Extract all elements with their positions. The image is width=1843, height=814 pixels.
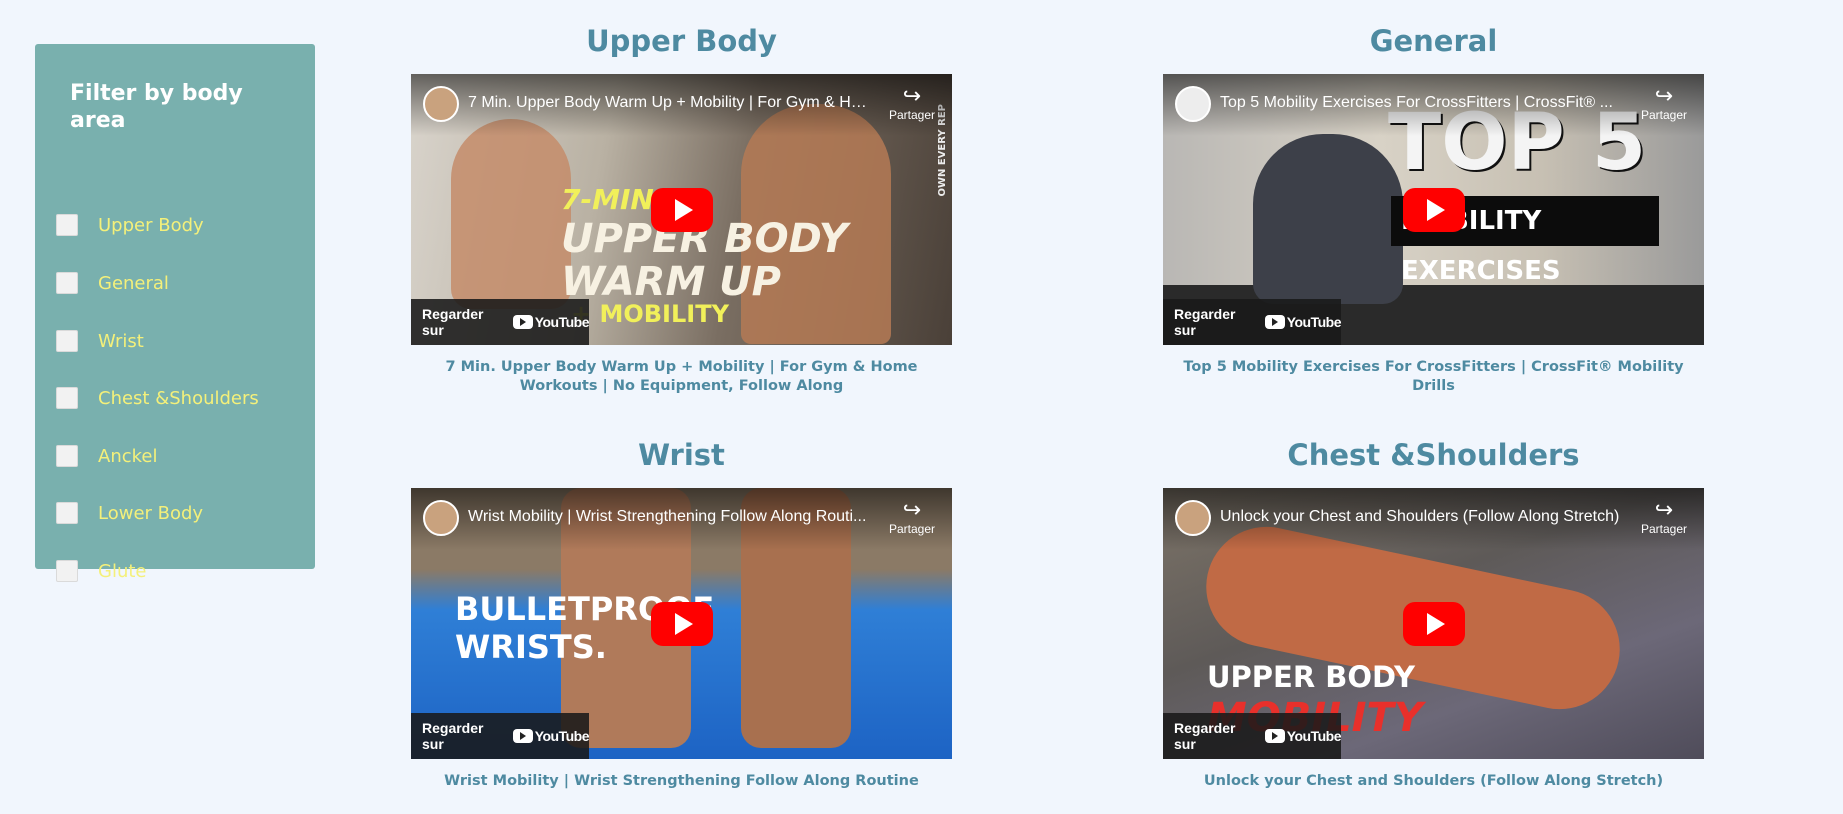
- video-caption: Top 5 Mobility Exercises For CrossFitter…: [1183, 359, 1684, 394]
- youtube-logo: YouTube: [512, 728, 590, 744]
- channel-avatar[interactable]: [423, 500, 459, 536]
- filter-label: Anckel: [98, 445, 158, 467]
- filter-glute[interactable]: Glute: [56, 556, 147, 586]
- filter-checkbox[interactable]: [56, 387, 78, 409]
- play-icon: [1426, 612, 1445, 635]
- share-button[interactable]: ↪ Partager: [882, 83, 942, 123]
- filter-chest-shoulders[interactable]: Chest &Shoulders: [56, 383, 259, 413]
- play-button[interactable]: [650, 187, 713, 232]
- filter-wrist[interactable]: Wrist: [56, 326, 144, 356]
- video-embed[interactable]: 7-MIN UPPER BODY WARM UP + MOBILITY OWN …: [411, 74, 952, 345]
- filter-anckel[interactable]: Anckel: [56, 441, 157, 471]
- thumb-text-line1: UPPER BODY: [1207, 660, 1416, 694]
- share-label: Partager: [888, 522, 936, 536]
- youtube-icon: [1264, 315, 1285, 329]
- watch-on-youtube-button[interactable]: Regarder sur YouTube: [411, 299, 590, 345]
- filter-label: Wrist: [98, 330, 144, 352]
- watch-on-youtube-button[interactable]: Regarder sur YouTube: [1163, 299, 1342, 345]
- thumb-text-line2: WARM UP: [561, 259, 781, 305]
- channel-avatar[interactable]: [1175, 500, 1211, 536]
- watch-on-youtube-button[interactable]: Regarder sur YouTube: [1163, 713, 1342, 759]
- watch-on-youtube-button[interactable]: Regarder sur YouTube: [411, 713, 590, 759]
- share-icon: ↪: [1654, 497, 1674, 522]
- watch-on-label: Regarder sur: [422, 306, 484, 338]
- filter-general[interactable]: General: [56, 268, 169, 298]
- card-heading: Wrist: [638, 438, 725, 472]
- filter-label: Lower Body: [98, 502, 204, 524]
- play-button[interactable]: [1402, 601, 1465, 646]
- thumb-text-line2: WRISTS.: [455, 628, 607, 666]
- filter-checkbox[interactable]: [56, 272, 78, 294]
- share-label: Partager: [888, 108, 936, 122]
- video-title[interactable]: Top 5 Mobility Exercises For CrossFitter…: [1220, 94, 1620, 112]
- card-heading: Upper Body: [586, 24, 777, 58]
- channel-avatar[interactable]: [423, 86, 459, 122]
- youtube-wordmark: YouTube: [534, 314, 590, 330]
- share-button[interactable]: ↪ Partager: [1634, 497, 1694, 537]
- video-card-wrist: Wrist BULLETPROOF WRISTS. Wrist Mobility…: [411, 435, 952, 791]
- watch-on-label: Regarder sur: [422, 720, 484, 752]
- youtube-logo: YouTube: [512, 314, 590, 330]
- youtube-logo: YouTube: [1264, 728, 1342, 744]
- play-icon: [674, 612, 693, 635]
- video-card-general: General TOP 5 MOBILITY EXERCISES Top 5 M…: [1163, 21, 1704, 396]
- video-embed[interactable]: BULLETPROOF WRISTS. Wrist Mobility | Wri…: [411, 488, 952, 759]
- play-icon: [1426, 198, 1445, 221]
- card-heading: General: [1369, 24, 1498, 58]
- thumb-text-line3: + MOBILITY: [571, 300, 729, 328]
- video-caption: Unlock your Chest and Shoulders (Follow …: [1203, 773, 1664, 789]
- filter-label: Chest &Shoulders: [98, 387, 259, 409]
- youtube-icon: [1264, 729, 1285, 743]
- youtube-wordmark: YouTube: [534, 728, 590, 744]
- watch-on-label: Regarder sur: [1174, 720, 1236, 752]
- watch-on-label: Regarder sur: [1174, 306, 1236, 338]
- filter-upper-body[interactable]: Upper Body: [56, 210, 204, 240]
- video-header: Wrist Mobility | Wrist Strengthening Fol…: [411, 488, 952, 550]
- filter-checkbox[interactable]: [56, 214, 78, 236]
- youtube-icon: [512, 729, 533, 743]
- share-icon: ↪: [1654, 83, 1674, 108]
- video-caption: Wrist Mobility | Wrist Strengthening Fol…: [444, 773, 919, 789]
- channel-avatar[interactable]: [1175, 86, 1211, 122]
- youtube-logo: YouTube: [1264, 314, 1342, 330]
- share-button[interactable]: ↪ Partager: [882, 497, 942, 537]
- video-header: 7 Min. Upper Body Warm Up + Mobility | F…: [411, 74, 952, 136]
- youtube-icon: [512, 315, 533, 329]
- video-title[interactable]: Unlock your Chest and Shoulders (Follow …: [1220, 508, 1620, 526]
- filter-checkbox[interactable]: [56, 330, 78, 352]
- filter-lower-body[interactable]: Lower Body: [56, 498, 203, 528]
- filter-checkbox[interactable]: [56, 502, 78, 524]
- card-heading: Chest &Shoulders: [1287, 438, 1580, 472]
- share-icon: ↪: [902, 497, 922, 522]
- youtube-wordmark: YouTube: [1286, 728, 1342, 744]
- play-icon: [674, 198, 693, 221]
- video-card-chest-shoulders: Chest &Shoulders UPPER BODY MOBILITY Unl…: [1163, 435, 1704, 791]
- thumb-text-small: 7-MIN: [561, 183, 654, 216]
- video-header: Unlock your Chest and Shoulders (Follow …: [1163, 488, 1704, 550]
- filter-label: Upper Body: [98, 214, 204, 236]
- play-button[interactable]: [1402, 187, 1465, 232]
- youtube-wordmark: YouTube: [1286, 314, 1342, 330]
- share-icon: ↪: [902, 83, 922, 108]
- play-button[interactable]: [650, 601, 713, 646]
- filter-label: General: [98, 272, 169, 294]
- filter-label: Glute: [98, 560, 147, 582]
- filter-sidebar: Filter by body area Upper Body General W…: [35, 44, 315, 582]
- share-label: Partager: [1640, 108, 1688, 122]
- video-title[interactable]: 7 Min. Upper Body Warm Up + Mobility | F…: [468, 94, 868, 112]
- video-header: Top 5 Mobility Exercises For CrossFitter…: [1163, 74, 1704, 136]
- video-card-upper-body: Upper Body 7-MIN UPPER BODY WARM UP + MO…: [411, 21, 952, 396]
- filter-checkbox[interactable]: [56, 560, 78, 582]
- video-embed[interactable]: TOP 5 MOBILITY EXERCISES Top 5 Mobility …: [1163, 74, 1704, 345]
- video-title[interactable]: Wrist Mobility | Wrist Strengthening Fol…: [468, 508, 868, 526]
- video-caption: 7 Min. Upper Body Warm Up + Mobility | F…: [445, 359, 918, 394]
- share-button[interactable]: ↪ Partager: [1634, 83, 1694, 123]
- share-label: Partager: [1640, 522, 1688, 536]
- filter-checkbox[interactable]: [56, 445, 78, 467]
- video-embed[interactable]: UPPER BODY MOBILITY Unlock your Chest an…: [1163, 488, 1704, 759]
- sidebar-title: Filter by body area: [70, 81, 243, 133]
